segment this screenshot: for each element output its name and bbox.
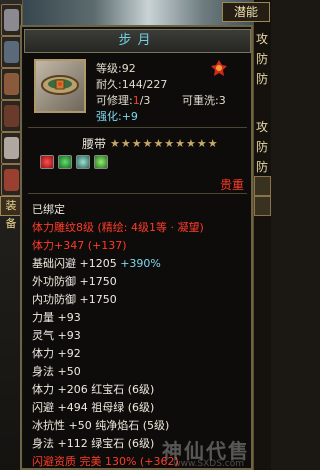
right-char-6: 防 — [256, 160, 269, 174]
repairable-total: /3 — [139, 94, 151, 107]
equipment-slot-6[interactable] — [1, 164, 22, 196]
attribute-line: 身法 +50 — [32, 365, 81, 378]
enhance-label: 强化: — [96, 110, 122, 123]
attribute-line: 体力+347 (+137) — [32, 239, 127, 252]
potential-tab[interactable]: 潜能 — [222, 2, 270, 22]
right-slot-icon-2[interactable] — [254, 196, 271, 216]
attribute-line: 基础闪避 +1205 +390% — [32, 255, 161, 271]
equipment-slot-2[interactable] — [1, 36, 22, 68]
attribute-line: 体力 +92 — [32, 347, 81, 360]
green-gem-socket-icon — [94, 155, 108, 169]
right-char-2: 防 — [256, 52, 269, 66]
divider — [28, 127, 247, 128]
base-dodge-main: 基础闪避 +1205 — [32, 257, 117, 270]
sect-emblem-icon — [210, 59, 228, 77]
equipment-slot-3[interactable] — [1, 68, 22, 100]
bound-status: 已绑定 — [32, 203, 65, 216]
item-tooltip: 步月 等级:92 耐久:144/227 可修理:1/3 可重洗:3 强化:+9 … — [20, 25, 253, 470]
emerald-gem-socket-icon — [58, 155, 72, 169]
attribute-line: 灵气 +93 — [32, 329, 81, 342]
equipment-slot-1[interactable] — [1, 4, 22, 36]
item-level: 等级:92 — [96, 62, 136, 75]
equipment-tab[interactable]: 装备 — [0, 196, 22, 230]
attribute-line: 外功防御 +1750 — [32, 275, 117, 288]
enhance-value: +9 — [121, 110, 138, 123]
right-slot-icon-1[interactable] — [254, 176, 271, 196]
right-char-4: 攻 — [256, 120, 269, 134]
base-dodge-pct: +390% — [120, 257, 161, 270]
belt-item-icon — [34, 59, 86, 113]
item-enhance: 强化:+9 — [96, 108, 138, 124]
gem-attribute-line: 冰抗性 +50 纯净焰石 (5级) — [32, 419, 170, 432]
item-type: 腰带 — [82, 137, 107, 151]
dodge-aptitude-line: 闪避资质 完美 130% (+362) — [32, 455, 179, 468]
gem-attribute-line: 闪避 +494 祖母绿 (6级) — [32, 401, 155, 414]
item-repairable: 可修理:1/3 — [96, 92, 150, 108]
repairable-label: 可修理: — [96, 94, 133, 107]
item-grade: 贵重 — [220, 178, 245, 192]
watermark-url: www.SXDS.com — [173, 459, 244, 469]
divider — [28, 193, 247, 194]
star-rating: ★★★★★★★★★★ — [110, 137, 219, 150]
equipment-slot-4[interactable] — [1, 100, 22, 132]
flame-stone-socket-icon — [76, 155, 90, 169]
attribute-line: 体力雕纹8级 (精绘: 4级1等 · 凝望) — [32, 221, 204, 234]
attribute-line: 内功防御 +1750 — [32, 293, 117, 306]
right-char-1: 攻 — [256, 32, 269, 46]
gem-attribute-line: 体力 +206 红宝石 (6级) — [32, 383, 155, 396]
right-char-3: 防 — [256, 72, 269, 86]
item-name: 步月 — [24, 29, 251, 53]
red-gem-socket-icon — [40, 155, 54, 169]
item-rewashable: 可重洗:3 — [182, 94, 226, 107]
repairable-current: 1 — [132, 94, 140, 107]
attribute-line: 力量 +93 — [32, 311, 81, 324]
right-char-5: 防 — [256, 140, 269, 154]
equipment-slot-5[interactable] — [1, 132, 22, 164]
item-durability: 耐久:144/227 — [96, 78, 168, 91]
gem-attribute-line: 身法 +112 绿宝石 (6级) — [32, 437, 155, 450]
